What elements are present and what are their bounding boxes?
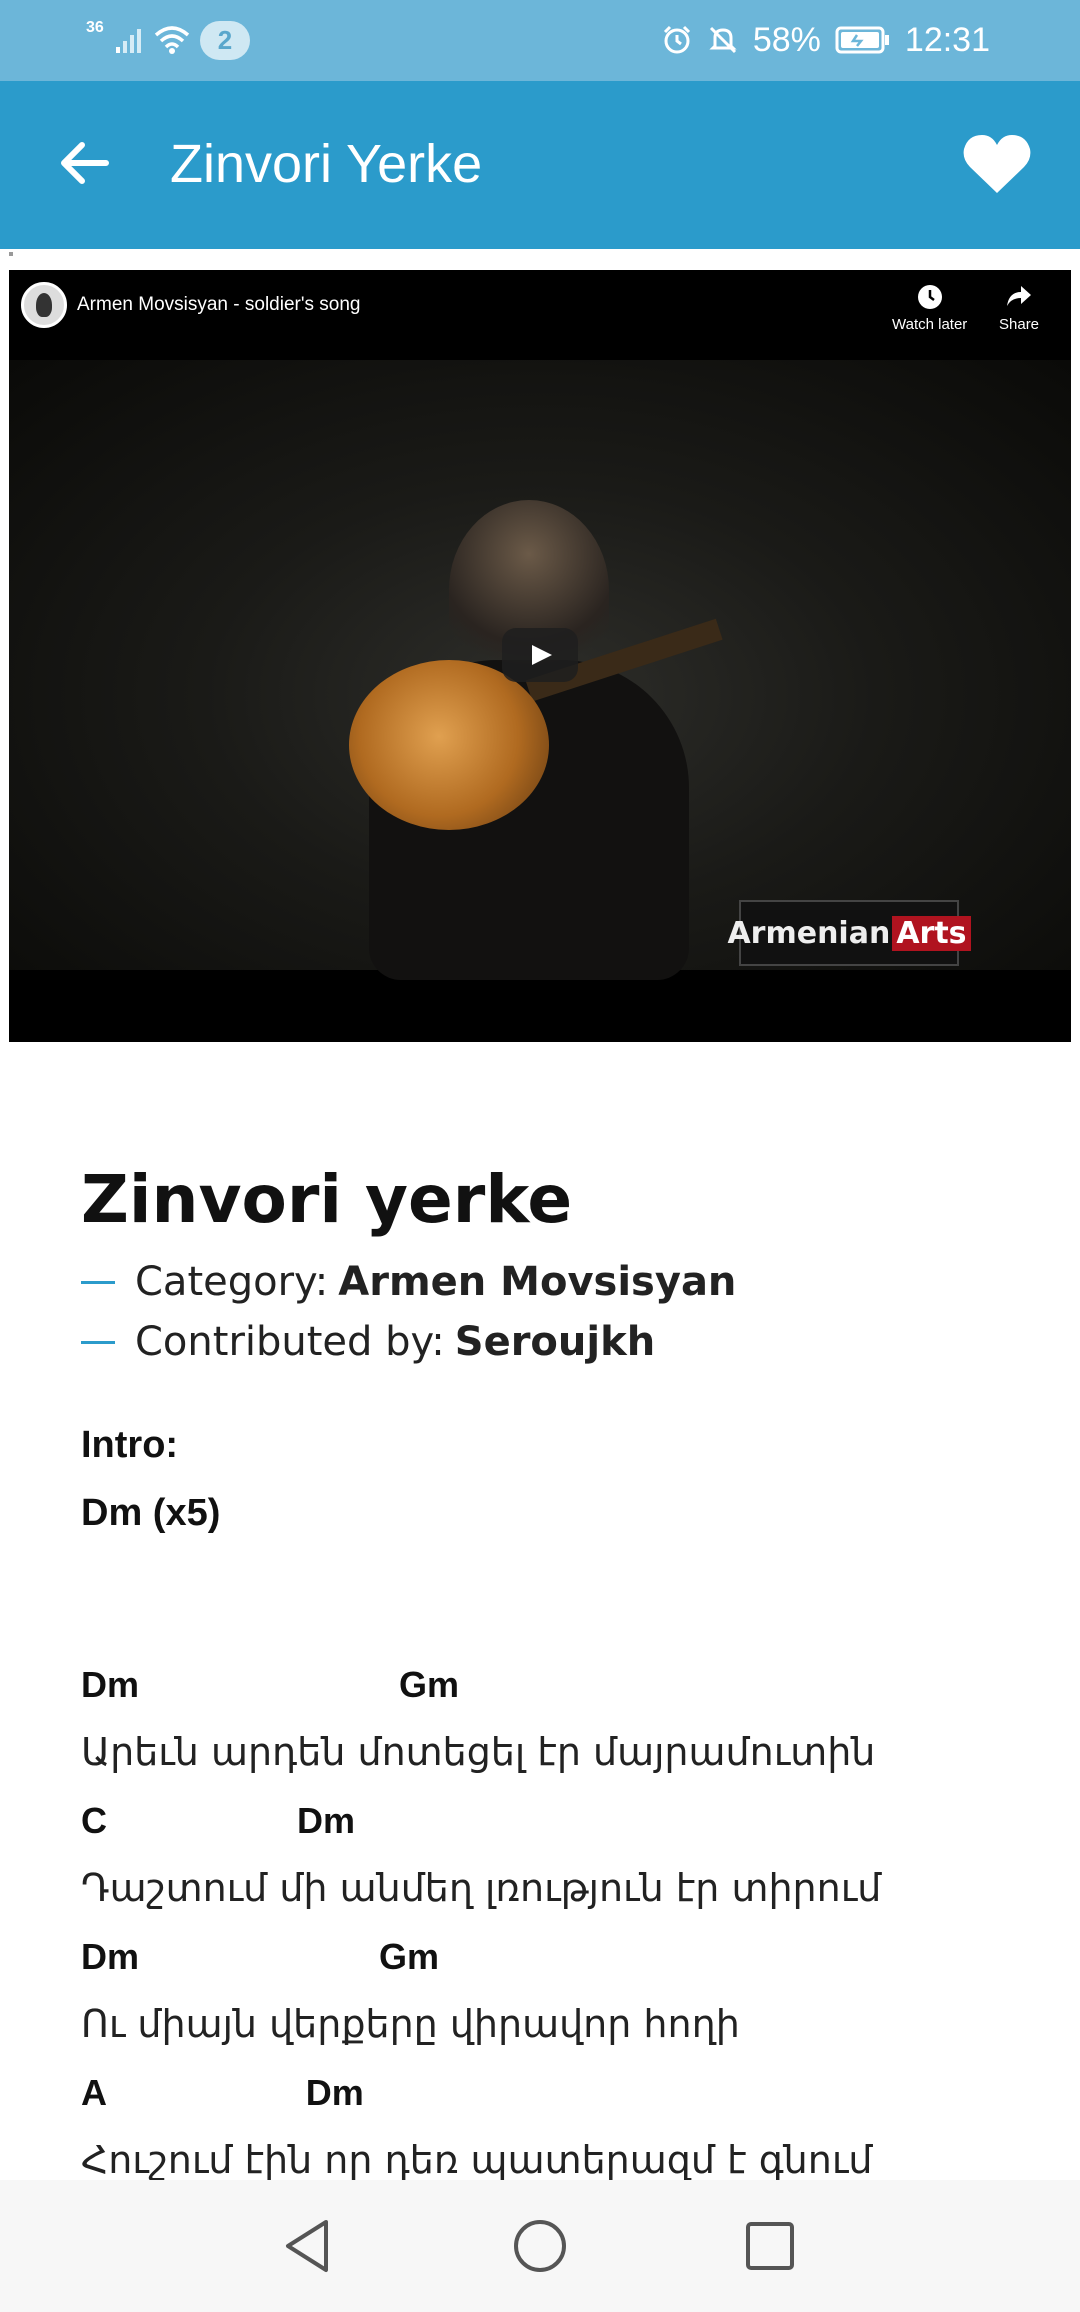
- alarm-icon: [663, 25, 690, 54]
- lyric-line: Հուշում էին որ դեռ պատերազմ է գնում: [81, 2138, 873, 2182]
- notification-badge: 2: [199, 20, 251, 60]
- mute-bell-icon: [709, 26, 737, 54]
- circle-home-icon[interactable]: [510, 2216, 570, 2276]
- song-details: Zinvori yerke Category: Armen Movsisyan …: [81, 1160, 1001, 1372]
- category-label: Category:: [135, 1259, 329, 1305]
- dash-icon: [81, 1340, 115, 1344]
- signal-icon: [115, 29, 141, 53]
- arrow-left-icon[interactable]: [52, 131, 116, 195]
- lyric-line: Արեւն արդեն մոտեցել էր մայրամուտին: [81, 1730, 876, 1774]
- system-nav-bar: [0, 2180, 1080, 2312]
- share-label: Share: [999, 316, 1040, 333]
- lyric-line: Ու միայն վերքերը վիրավոր հողի: [81, 2002, 740, 2046]
- watermark-arts: Arts: [892, 915, 971, 951]
- chord-line: A Dm: [81, 2072, 364, 2113]
- watermark-text: Armenian: [727, 915, 891, 951]
- song-meta: Category: Armen Movsisyan Contributed by…: [81, 1252, 1001, 1372]
- contributor-label: Contributed by:: [135, 1319, 445, 1365]
- chord-line: C Dm: [81, 1800, 356, 1841]
- contributor-row: Contributed by: Seroujkh: [81, 1312, 1001, 1372]
- divider-dot: [9, 252, 13, 256]
- guitar: [349, 660, 549, 830]
- video-title[interactable]: Armen Movsisyan - soldier's song: [77, 294, 360, 316]
- status-bar: 36 2 58% 12:31: [0, 0, 1080, 81]
- dash-icon: [81, 1280, 115, 1284]
- watch-later-label: Watch later: [892, 316, 968, 333]
- video-player[interactable]: Armen Movsisyan - soldier's song Watch l…: [9, 270, 1071, 1042]
- share-button[interactable]: Share: [999, 284, 1039, 333]
- watch-later-button[interactable]: Watch later: [892, 284, 967, 333]
- triangle-back-icon[interactable]: [278, 2216, 338, 2276]
- video-watermark: Armenian Arts: [727, 900, 971, 966]
- intro-label: Intro:: [81, 1424, 179, 1466]
- song-title: Zinvori yerke: [81, 1161, 573, 1238]
- contributor-value[interactable]: Seroujkh: [455, 1312, 655, 1372]
- category-row: Category: Armen Movsisyan: [81, 1252, 1001, 1312]
- category-value[interactable]: Armen Movsisyan: [338, 1252, 736, 1312]
- app-bar: Zinvori Yerke: [0, 81, 1080, 249]
- lyric-line: Դաշտում մի անմեղ լռություն էր տիրում: [81, 1866, 882, 1910]
- battery-percent: 58%: [752, 20, 821, 59]
- chord-line: Dm Gm: [81, 1936, 440, 1977]
- heart-icon[interactable]: [962, 133, 1032, 197]
- page-title: Zinvori Yerke: [170, 134, 483, 194]
- wifi-icon: [154, 26, 189, 54]
- clock-icon: [917, 285, 942, 309]
- channel-avatar[interactable]: [21, 282, 67, 328]
- intro-chords: Dm (x5): [81, 1492, 221, 1534]
- clock: 12:31: [904, 20, 990, 59]
- chord-line: Dm Gm: [81, 1664, 460, 1705]
- play-button[interactable]: [502, 628, 578, 682]
- battery-icon: [835, 26, 889, 54]
- status-left: 36 2: [86, 18, 251, 62]
- network-type: 36: [86, 19, 104, 36]
- share-icon: [1007, 286, 1032, 306]
- status-right: 58% 12:31: [661, 18, 990, 62]
- square-recents-icon[interactable]: [740, 2216, 800, 2276]
